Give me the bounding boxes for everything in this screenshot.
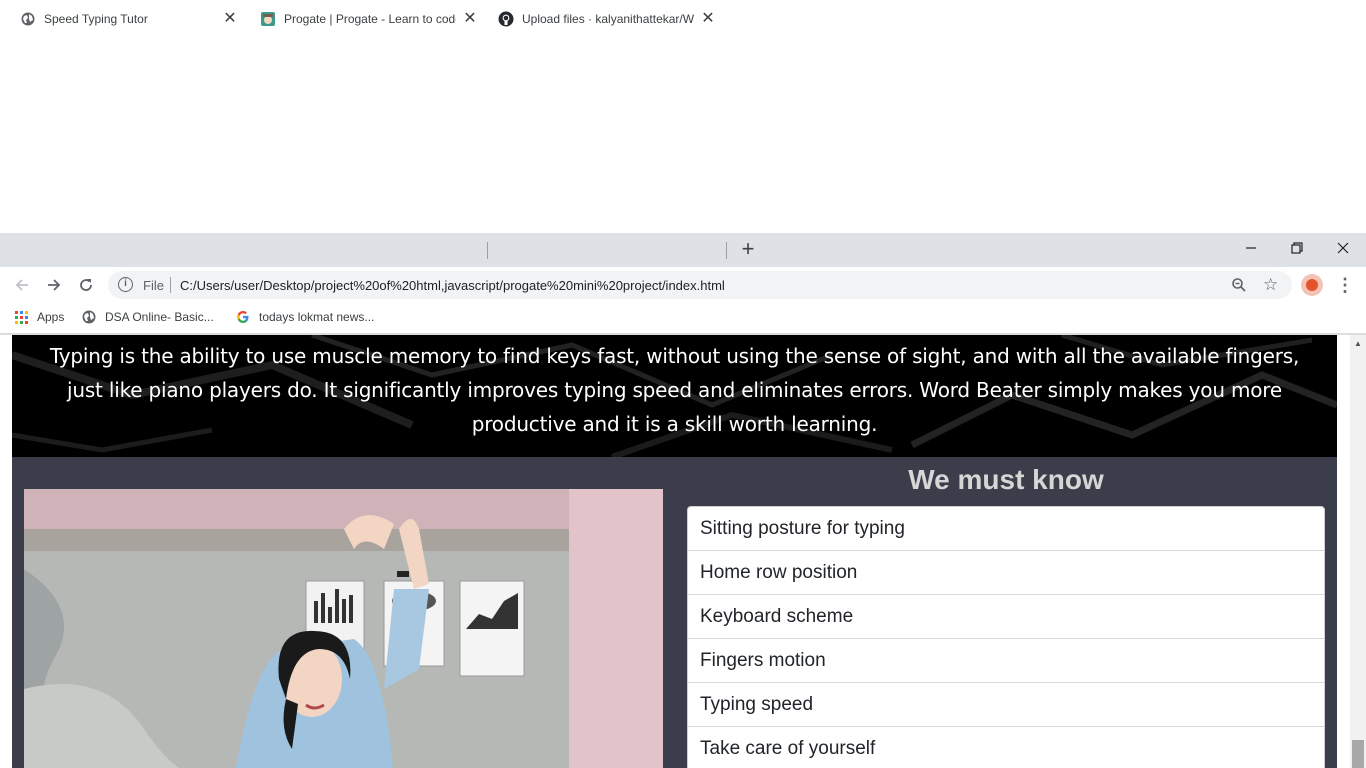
minimize-icon[interactable] — [1241, 238, 1261, 258]
scrollbar-thumb[interactable] — [1352, 740, 1364, 768]
close-tab-icon[interactable]: ✕ — [222, 10, 238, 27]
bookmark-label: Apps — [37, 310, 65, 324]
tab-progate[interactable]: Progate | Progate - Learn to code ✕ — [250, 3, 484, 34]
list-item[interactable]: Take care of yourself — [688, 727, 1324, 768]
apps-grid-icon — [13, 309, 29, 325]
new-tab-button[interactable]: + — [738, 238, 758, 260]
tab-title: Progate | Progate - Learn to code — [284, 11, 456, 26]
globe-icon — [81, 309, 97, 325]
bookmark-apps[interactable]: Apps — [13, 309, 64, 325]
list-item[interactable]: Sitting posture for typing — [688, 507, 1324, 551]
bookmark-lokmat-news[interactable]: todays lokmat news... — [235, 309, 374, 325]
bookmark-dsa-online[interactable]: DSA Online- Basic... — [81, 309, 214, 325]
list-item[interactable]: Home row position — [688, 551, 1324, 595]
restore-icon[interactable] — [1287, 238, 1307, 258]
globe-icon — [20, 11, 36, 27]
list-item[interactable]: Typing speed — [688, 683, 1324, 727]
topics-list: Sitting posture for typing Home row posi… — [687, 506, 1325, 768]
woman-stretching-photo — [24, 489, 663, 768]
scheme-label: File — [143, 278, 164, 293]
bookmark-star-icon[interactable]: ☆ — [1263, 275, 1278, 295]
list-item[interactable]: Keyboard scheme — [688, 595, 1324, 639]
tab-title: Upload files · kalyanithattekar/W — [522, 11, 694, 26]
url-text[interactable]: C:/Users/user/Desktop/project%20of%20htm… — [180, 278, 725, 293]
reload-icon[interactable] — [76, 275, 96, 295]
google-icon — [235, 309, 251, 325]
tab-separator — [726, 242, 727, 259]
intro-banner: Typing is the ability to use muscle memo… — [12, 335, 1337, 457]
close-window-icon[interactable] — [1333, 238, 1353, 258]
tab-separator — [487, 242, 488, 259]
tab-title: Speed Typing Tutor — [44, 11, 148, 26]
tab-strip — [0, 233, 1366, 267]
info-section: We must know Sitting posture for typing … — [12, 457, 1337, 768]
profile-avatar[interactable] — [1301, 274, 1323, 296]
close-tab-icon[interactable]: ✕ — [462, 10, 478, 27]
page-viewport: Typing is the ability to use muscle memo… — [0, 335, 1350, 768]
close-tab-icon[interactable]: ✕ — [700, 10, 716, 27]
info-icon[interactable]: i — [118, 277, 133, 292]
page-scrollbar[interactable] — [1350, 335, 1366, 768]
zoom-icon[interactable] — [1231, 277, 1247, 293]
section-title: We must know — [908, 464, 1104, 495]
bookmark-label: DSA Online- Basic... — [105, 310, 214, 324]
scroll-up-arrow-icon[interactable]: ▲ — [1350, 337, 1366, 351]
github-icon — [498, 11, 514, 27]
tab-speed-typing-tutor[interactable]: Speed Typing Tutor ✕ — [8, 3, 248, 34]
omnibox-divider — [170, 277, 171, 293]
tab-github-upload[interactable]: Upload files · kalyanithattekar/W ✕ — [490, 3, 722, 34]
progate-icon — [260, 11, 276, 27]
back-arrow-icon[interactable] — [12, 275, 32, 295]
list-item[interactable]: Fingers motion — [688, 639, 1324, 683]
intro-text: Typing is the ability to use muscle memo… — [49, 344, 1300, 436]
bookmark-label: todays lokmat news... — [259, 310, 375, 324]
more-menu-icon[interactable]: ⋮ — [1336, 274, 1354, 296]
forward-arrow-icon[interactable] — [44, 275, 64, 295]
